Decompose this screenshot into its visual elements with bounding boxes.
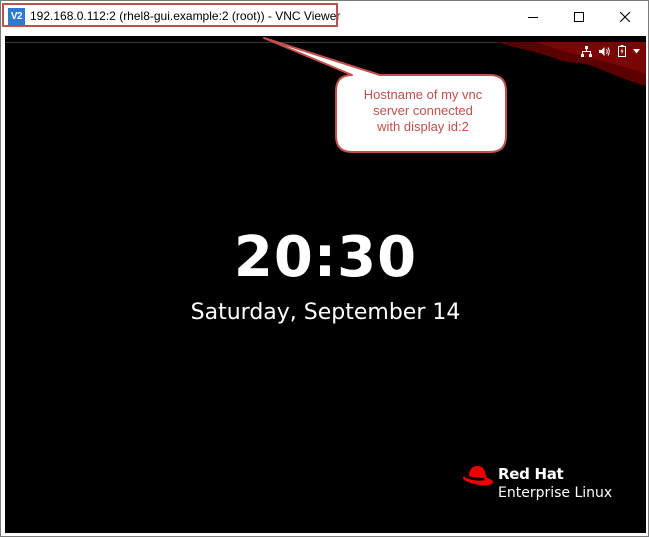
lockscreen-clock: 20:30 [233, 225, 418, 290]
close-button[interactable] [602, 1, 648, 32]
chevron-down-icon[interactable] [633, 48, 640, 54]
close-icon [620, 11, 630, 22]
lockscreen-date: Saturday, September 14 [190, 300, 461, 325]
maximize-button[interactable] [556, 1, 602, 32]
brand-red-hat: Red Hat [498, 465, 564, 483]
brand-enterprise-linux: Enterprise Linux [498, 485, 613, 501]
vnc-viewer-window: V2 192.168.0.112:2 (rhel8-gui.example:2 … [0, 0, 649, 537]
network-icon [581, 45, 592, 57]
volume-icon [599, 46, 611, 57]
minimize-button[interactable] [510, 1, 556, 32]
remote-desktop-lockscreen[interactable]: 20:30 Saturday, September 14 Red Hat Ent… [5, 36, 646, 533]
red-hat-logo-icon [463, 466, 493, 486]
system-tray[interactable] [581, 45, 640, 57]
title-highlight-box [2, 3, 338, 27]
battery-icon [618, 45, 626, 57]
minimize-icon [528, 16, 538, 18]
maximize-icon [574, 11, 584, 22]
red-corner-decoration [496, 42, 646, 86]
